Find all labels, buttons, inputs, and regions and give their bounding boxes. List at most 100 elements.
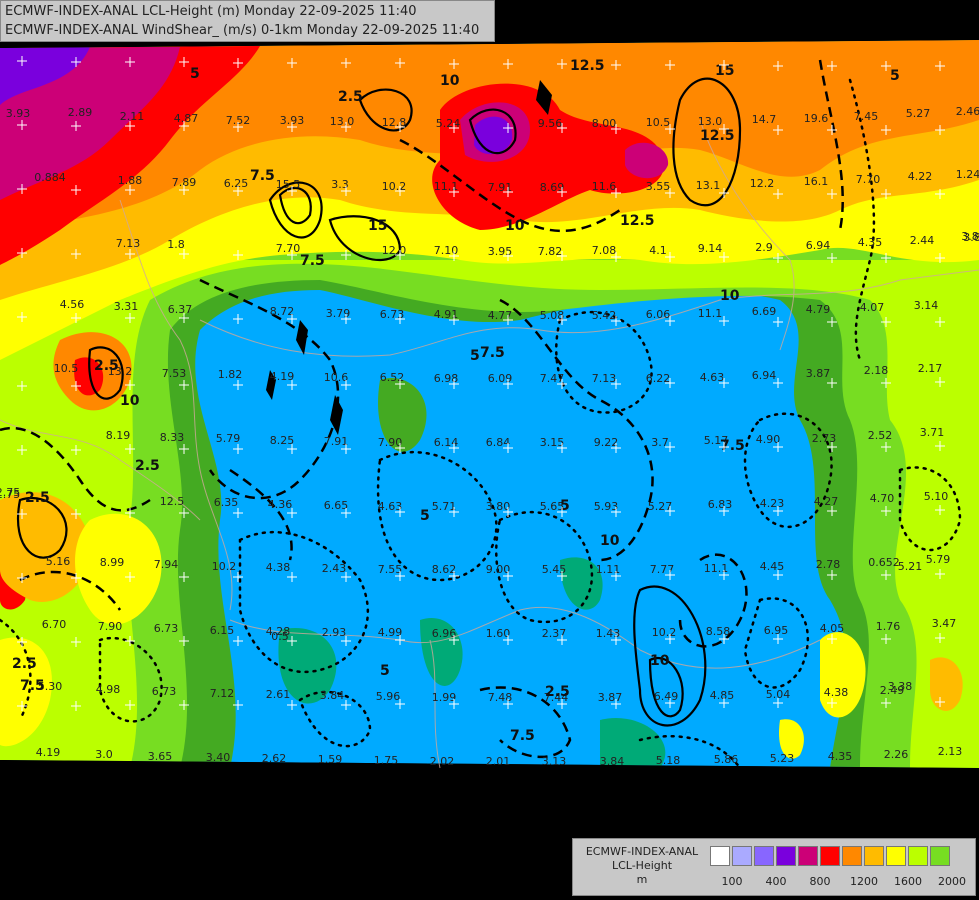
station-value-label: 5.79: [926, 553, 951, 566]
station-value-label: 3.71: [920, 426, 945, 439]
station-value-label: 6.65: [324, 499, 349, 512]
contour-label: 2.5: [25, 490, 50, 506]
station-value-label: 6.69: [752, 305, 777, 318]
contour-label: 7.5: [480, 345, 505, 361]
station-value-label: 2.75: [0, 486, 20, 499]
station-value-label: 3.87: [598, 691, 623, 704]
contour-label: 10: [505, 218, 525, 234]
station-value-label: 6.25: [224, 177, 249, 190]
station-value-label: 8.25: [270, 434, 295, 447]
station-value-label: 4.79: [806, 303, 831, 316]
station-value-label: 7.12: [210, 687, 235, 700]
station-value-label: 6.73: [152, 685, 177, 698]
station-value-label: 9.00: [486, 563, 511, 576]
legend-title-line-2: LCL-Height: [611, 859, 673, 872]
contour-label: 10: [440, 73, 460, 89]
station-value-label: 4.99: [378, 626, 403, 639]
legend-box: ECMWF-INDEX-ANAL LCL-Height m 100 400 800 1…: [572, 838, 976, 896]
station-value-label: 8.99: [100, 556, 125, 569]
station-value-label: 6.95: [764, 624, 789, 637]
station-value-label: 2.18: [864, 364, 889, 377]
station-value-label: 11.1: [698, 307, 723, 320]
station-value-label: 2.61: [266, 688, 291, 701]
station-value-label: 2.44: [910, 234, 935, 247]
legend-tick-label: 800: [809, 875, 831, 888]
station-value-label: 8.72: [270, 305, 295, 318]
station-value-label: 15.5: [276, 178, 301, 191]
station-value-label: 16.1: [804, 175, 829, 188]
contour-label: 15: [368, 218, 387, 234]
station-value-label: 2.78: [816, 558, 841, 571]
contour-label: 7.5: [300, 253, 325, 269]
station-value-label: 5.10: [924, 490, 949, 503]
station-value-label: 5.18: [656, 754, 681, 767]
station-value-label: 8.58: [706, 625, 731, 638]
legend-title: ECMWF-INDEX-ANAL LCL-Height m: [579, 845, 705, 887]
contour-label: 5: [190, 66, 200, 82]
station-value-label: 1.82: [218, 368, 243, 381]
station-value-label: 3.65: [148, 750, 173, 763]
contour-label: 12.5: [700, 128, 735, 144]
station-value-label: 7.13: [116, 237, 141, 250]
station-value-label: 2.26: [884, 748, 909, 761]
station-value-label: 12.2: [750, 177, 775, 190]
station-value-label: 4.91: [434, 308, 459, 321]
station-value-label: 3.15: [540, 436, 565, 449]
contour-label: 2.5: [12, 656, 37, 672]
station-value-label: 0.5: [271, 630, 289, 643]
station-value-label: 6.73: [154, 622, 179, 635]
station-value-label: 2.01: [486, 755, 511, 768]
contour-label: 10: [720, 288, 740, 304]
station-value-label: 6.94: [752, 369, 777, 382]
station-value-label: 3.79: [326, 307, 351, 320]
station-value-label: 4.35: [858, 236, 883, 249]
station-value-label: 6.37: [168, 303, 193, 316]
station-value-label: 6.09: [488, 372, 513, 385]
contour-label: 5: [420, 508, 430, 524]
station-value-label: 7.08: [592, 244, 617, 257]
station-value-label: 8.33: [160, 431, 185, 444]
station-value-label: 9.14: [698, 242, 723, 255]
station-value-label: 7.94: [154, 558, 179, 571]
station-value-label: 2.17: [918, 362, 943, 375]
station-value-label: 7.47: [540, 372, 565, 385]
station-value-label: 6.14: [434, 436, 459, 449]
station-value-label: 4.27: [814, 495, 839, 508]
station-value-label: 7.55: [378, 563, 403, 576]
station-value-label: 5.16: [46, 555, 71, 568]
legend-tick-label: 400: [765, 875, 787, 888]
station-value-label: 2.73: [812, 432, 837, 445]
station-value-label: 4.36: [268, 498, 293, 511]
station-value-label: 4.56: [60, 298, 85, 311]
station-value-label: 7.70: [856, 173, 881, 186]
station-value-label: 6.49: [654, 690, 679, 703]
station-value-label: 5.79: [216, 432, 241, 445]
contour-label: 2.5: [94, 358, 119, 374]
station-value-label: 4.35: [828, 750, 853, 763]
station-value-label: 2.89: [68, 106, 93, 119]
station-value-label: 8.19: [106, 429, 131, 442]
station-value-label: 7.70: [276, 242, 301, 255]
station-value-label: 10.2: [652, 626, 677, 639]
station-value-label: 7.77: [650, 563, 675, 576]
station-value-label: 2.93: [322, 626, 347, 639]
station-value-label: 10.6: [324, 371, 349, 384]
station-value-label: 1.76: [876, 620, 901, 633]
legend-swatch: [798, 846, 818, 866]
station-value-label: 4.63: [700, 371, 725, 384]
station-value-label: 5.27: [906, 107, 931, 120]
station-value-label: 7.53: [162, 367, 187, 380]
station-value-label: 2.43: [322, 562, 347, 575]
station-value-label: 4.70: [870, 492, 895, 505]
station-value-label: 2.02: [430, 755, 455, 768]
station-value-label: 4.45: [760, 560, 785, 573]
legend-swatch: [754, 846, 774, 866]
station-value-label: 6.98: [434, 372, 459, 385]
legend-swatch: [776, 846, 796, 866]
station-value-label: 7.48: [488, 691, 513, 704]
station-value-label: 7.90: [98, 620, 123, 633]
station-value-label: 3.40: [206, 751, 231, 764]
station-value-label: 6.83: [708, 498, 733, 511]
station-value-label: 6.70: [42, 618, 67, 631]
station-value-label: 3.55: [646, 180, 671, 193]
